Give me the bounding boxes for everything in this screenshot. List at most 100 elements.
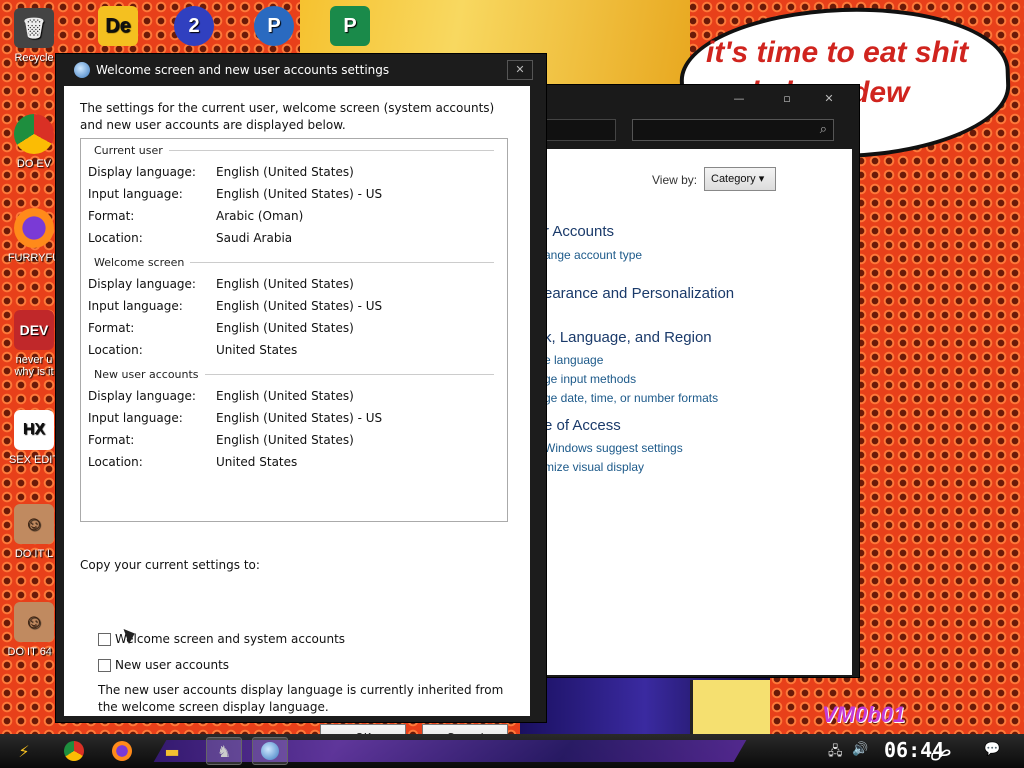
app-icon: De: [98, 6, 138, 46]
close-icon[interactable]: ✕: [818, 91, 840, 107]
control-panel-content: View by: Category ▾ r Accounts ange acco…: [534, 149, 852, 675]
hex-editor-icon: HX: [14, 410, 54, 450]
row-key: Input language:: [88, 187, 183, 201]
row-value: English (United States): [216, 433, 354, 447]
row-key: Location:: [88, 455, 143, 469]
control-panel-titlebar[interactable]: — ▫ ✕: [528, 85, 859, 115]
region-settings-icon: [261, 742, 279, 760]
desktop-icon-chrome[interactable]: DO EV: [6, 114, 62, 170]
row-key: Format:: [88, 321, 135, 335]
desktop-icon-doit[interactable]: ☺ DO IT L: [6, 504, 62, 560]
welcome-screen-checkbox-label[interactable]: Welcome screen and system accounts: [115, 632, 345, 646]
search-icon[interactable]: ⌕: [820, 122, 827, 137]
group-header-new-user-accounts: New user accounts: [94, 368, 494, 381]
welcome-screen-settings-dialog[interactable]: Welcome screen and new user accounts set…: [55, 53, 547, 752]
category-ease-of-access[interactable]: e of Access: [544, 417, 621, 434]
desktop-icon-label: DO IT L: [14, 548, 54, 560]
row-value: English (United States) - US: [216, 299, 383, 313]
category-appearance[interactable]: earance and Personalization: [544, 285, 734, 302]
row-value: United States: [216, 455, 298, 469]
search-input[interactable]: ⌕: [632, 119, 834, 141]
desktop-icon-label: DO IT 64 c: [7, 646, 61, 658]
row-value: United States: [216, 343, 298, 357]
new-users-checkbox-row[interactable]: New user accounts: [98, 658, 229, 672]
link-suggest-settings[interactable]: Windows suggest settings: [544, 441, 683, 455]
control-panel-window[interactable]: — ▫ ✕ ⌕ View by: Category ▾ r Accounts a…: [527, 84, 860, 678]
desktop-icon-label: Recycle: [14, 52, 54, 64]
desktop-icon-firefox[interactable]: FURRYFU: [6, 208, 62, 264]
row-key: Display language:: [88, 277, 196, 291]
category-clock-language-region[interactable]: k, Language, and Region: [544, 329, 712, 346]
link-change-input-methods[interactable]: ge input methods: [544, 372, 636, 386]
dialog-intro-text: The settings for the current user, welco…: [80, 101, 495, 132]
view-by-label: View by:: [652, 173, 698, 187]
desktop-icon-label: never u why is it: [14, 354, 54, 378]
link-change-formats[interactable]: ge date, time, or number formats: [544, 391, 718, 405]
close-button[interactable]: ✕: [507, 60, 533, 80]
region-settings-icon: [74, 62, 90, 78]
new-users-checkbox[interactable]: [98, 658, 111, 672]
link-change-account-type[interactable]: ange account type: [544, 248, 642, 262]
portrait-icon: ☺: [14, 602, 54, 642]
desktop-icon-doit64[interactable]: ☺ DO IT 64 c: [6, 602, 62, 658]
chrome-taskbar-icon[interactable]: [56, 737, 92, 765]
new-users-checkbox-label[interactable]: New user accounts: [115, 658, 229, 672]
notification-icon[interactable]: 💬: [984, 742, 1000, 757]
group-title: New user accounts: [94, 368, 199, 381]
copy-settings-label: Copy your current settings to:: [80, 558, 260, 572]
minimize-icon[interactable]: —: [728, 91, 750, 107]
volume-icon[interactable]: 🔊: [852, 742, 868, 757]
network-icon[interactable]: 🖧: [828, 742, 843, 764]
firefox-icon: [14, 208, 54, 248]
link-add-language[interactable]: e language: [544, 353, 603, 367]
desktop-icon-p[interactable]: P: [246, 6, 302, 50]
row-key: Location:: [88, 231, 143, 245]
view-by-dropdown[interactable]: Category ▾: [704, 167, 776, 191]
row-key: Display language:: [88, 165, 196, 179]
group-header-current-user: Current user: [94, 144, 494, 157]
chrome-icon: [14, 114, 54, 154]
control-panel-toolbar: ⌕: [528, 115, 859, 145]
desktop-icon-devcpp[interactable]: DEV never u why is it: [6, 310, 62, 378]
firefox-icon: [112, 741, 132, 761]
maximize-icon[interactable]: ▫: [776, 91, 798, 107]
desktop-icon-2[interactable]: 2: [166, 6, 222, 50]
group-divider: [168, 150, 494, 151]
row-value: English (United States): [216, 277, 354, 291]
desktop-icon-hxd[interactable]: HX SEX EDIT: [6, 410, 62, 466]
row-value: English (United States) - US: [216, 411, 383, 425]
row-value: Saudi Arabia: [216, 231, 293, 245]
row-key: Location:: [88, 343, 143, 357]
group-divider: [204, 374, 494, 375]
control-panel-taskbar-icon[interactable]: [252, 737, 288, 765]
taskbar: ⚡ ▬ ♞ 🖧 🔊 06:44 ص 💬: [0, 734, 1024, 768]
row-value: English (United States): [216, 321, 354, 335]
category-user-accounts[interactable]: r Accounts: [544, 223, 614, 240]
devcpp-icon: DEV: [14, 310, 54, 350]
file-explorer-icon[interactable]: ▬: [154, 737, 190, 765]
firefox-taskbar-icon[interactable]: [104, 737, 140, 765]
app-icon: P: [330, 6, 370, 46]
desktop-icon-publisher[interactable]: P: [322, 6, 378, 50]
start-button-icon[interactable]: ⚡: [6, 737, 42, 765]
desktop-icon-label: SEX EDIT: [8, 454, 60, 466]
group-title: Current user: [94, 144, 163, 157]
recycle-bin-icon: 🗑: [14, 8, 54, 48]
desktop-icon-label: DO EV: [16, 158, 52, 170]
desktop-icon-recycle[interactable]: 🗑 Recycle: [6, 8, 62, 64]
group-divider: [190, 262, 494, 263]
view-by-value: Category: [711, 173, 756, 185]
row-value: Arabic (Oman): [216, 209, 304, 223]
dialog-titlebar[interactable]: Welcome screen and new user accounts set…: [56, 54, 546, 86]
settings-summary-box: Current user Display language: English (U…: [80, 138, 508, 522]
taskbar-app-icon[interactable]: ♞: [206, 737, 242, 765]
group-header-welcome-screen: Welcome screen: [94, 256, 494, 269]
desktop-icon-de[interactable]: De: [90, 6, 146, 50]
row-key: Input language:: [88, 299, 183, 313]
link-optimize-display[interactable]: mize visual display: [544, 460, 644, 474]
desktop-icon-label: FURRYFU: [7, 252, 61, 264]
row-key: Display language:: [88, 389, 196, 403]
welcome-screen-checkbox[interactable]: [98, 632, 111, 646]
app-icon: P: [254, 6, 294, 46]
portrait-icon: ☺: [14, 504, 54, 544]
